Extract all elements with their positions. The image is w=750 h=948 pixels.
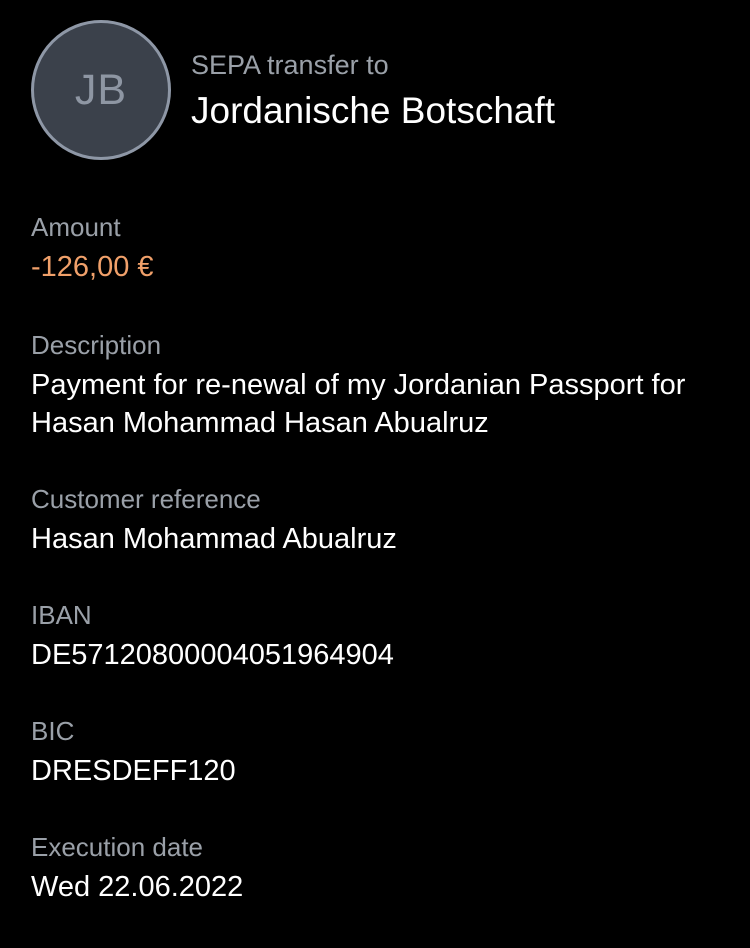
avatar-initials: JB	[74, 65, 128, 114]
iban-label: IBAN	[31, 600, 92, 630]
customer-reference-label: Customer reference	[31, 484, 261, 514]
recipient-name: Jordanische Botschaft	[191, 90, 556, 131]
customer-reference-field: Customer reference Hasan Mohammad Abualr…	[31, 482, 721, 558]
description-label: Description	[31, 330, 162, 360]
execution-date-value: Wed 22.06.2022	[31, 871, 244, 903]
execution-date-field: Execution date Wed 22.06.2022	[31, 830, 721, 906]
bic-value: DRESDEFF120	[31, 755, 236, 787]
recipient-avatar: JB	[31, 20, 171, 160]
description-field: Description Payment for re-newal of my J…	[31, 328, 721, 442]
bic-label: BIC	[31, 716, 75, 746]
iban-value: DE57120800004051964904	[31, 639, 394, 671]
transfer-type-label: SEPA transfer to	[191, 50, 389, 80]
iban-field: IBAN DE57120800004051964904	[31, 598, 721, 674]
bic-field: BIC DRESDEFF120	[31, 714, 721, 790]
amount-value: -126,00 €	[31, 251, 154, 283]
transfer-header: JB SEPA transfer to Jordanische Botschaf…	[31, 20, 731, 160]
amount-field: Amount -126,00 €	[31, 210, 721, 286]
customer-reference-value: Hasan Mohammad Abualruz	[31, 523, 397, 555]
execution-date-label: Execution date	[31, 832, 204, 862]
amount-label: Amount	[31, 212, 121, 242]
description-value: Payment for re-newal of my Jordanian Pas…	[31, 369, 686, 439]
